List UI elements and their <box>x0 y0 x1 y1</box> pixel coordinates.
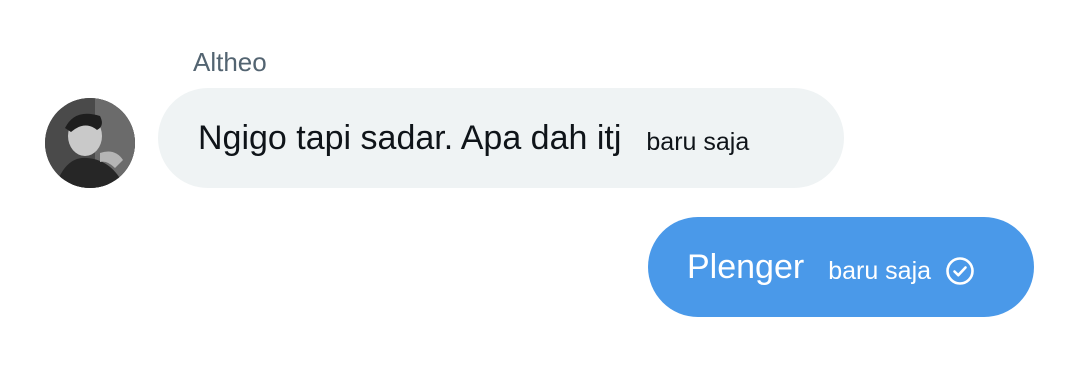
incoming-message-time: baru saja <box>646 127 750 156</box>
outgoing-message-bubble[interactable]: Plenger baru saja <box>648 217 1034 317</box>
sender-name: Altheo <box>193 47 267 77</box>
incoming-message-bubble[interactable]: Ngigo tapi sadar. Apa dah itj baru saja <box>158 88 844 188</box>
check-circle-icon <box>945 256 975 286</box>
outgoing-message-time: baru saja <box>828 256 932 285</box>
incoming-message-text: Ngigo tapi sadar. Apa dah itj <box>198 118 622 157</box>
outgoing-message-text: Plenger <box>687 247 805 286</box>
avatar[interactable] <box>45 98 135 188</box>
avatar-photo-icon <box>45 98 135 188</box>
